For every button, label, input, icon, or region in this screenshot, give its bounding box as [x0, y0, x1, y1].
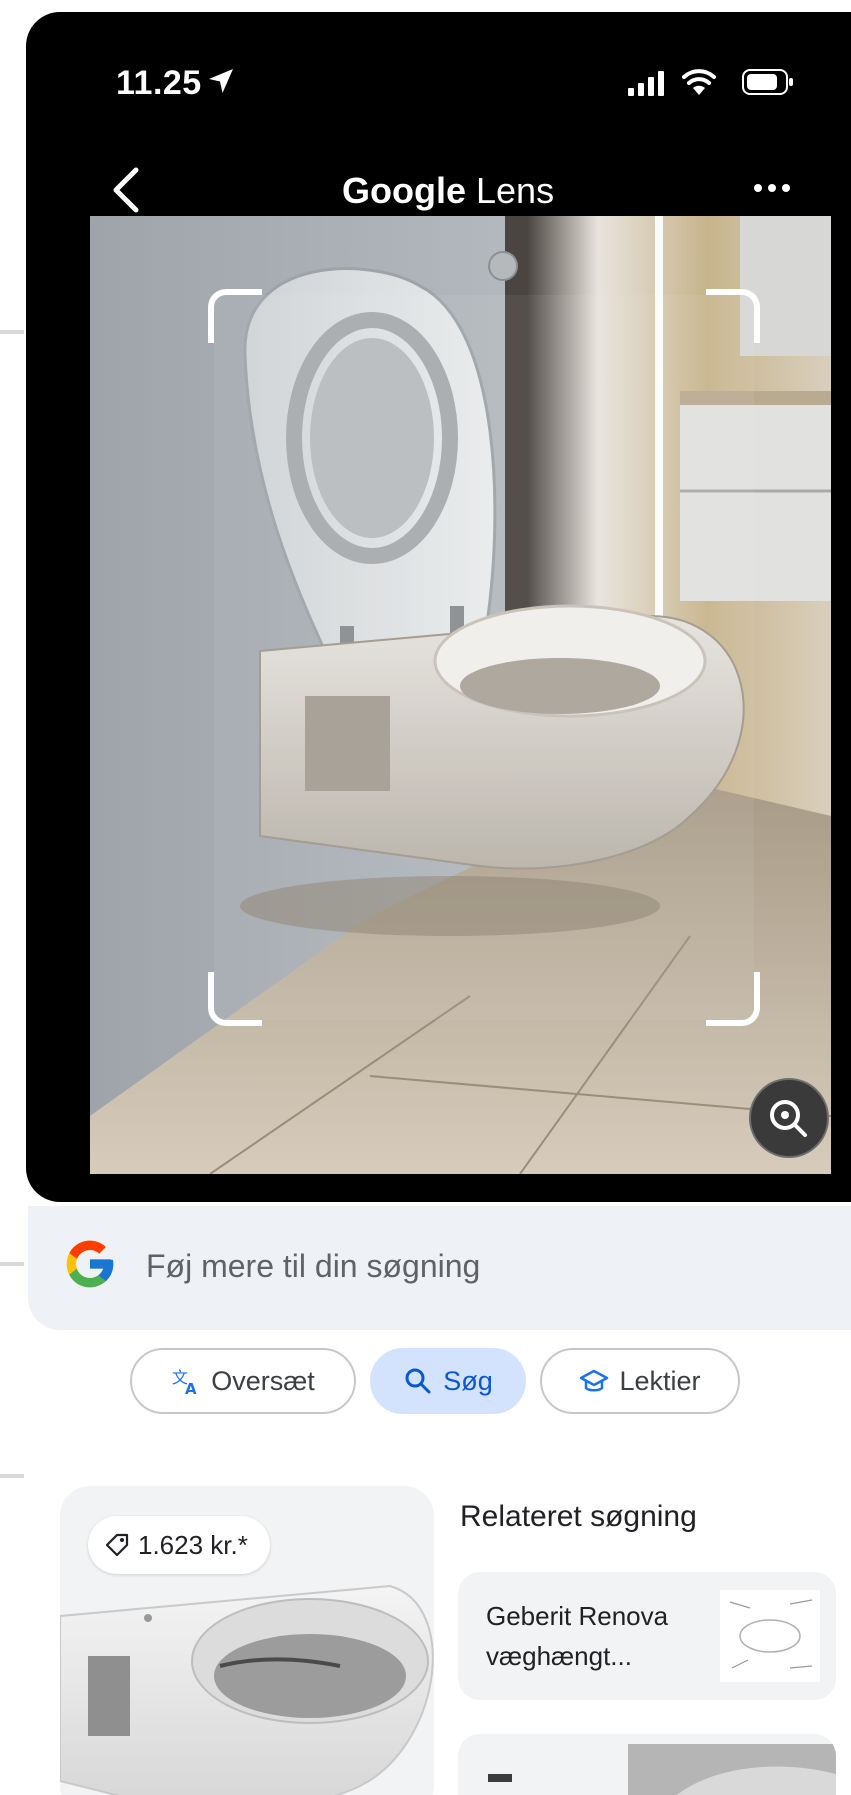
lens-search-icon — [770, 1100, 807, 1137]
status-bar: 11.25 — [26, 12, 851, 132]
mode-chip-label: Søg — [443, 1365, 493, 1396]
google-lens-screen: 11.25 Google Lens Føj mere til din søgni… — [0, 0, 851, 1795]
product-image — [60, 1584, 434, 1795]
search-input[interactable]: Føj mere til din søgning — [28, 1206, 851, 1330]
edge-mark — [0, 1262, 24, 1266]
related-search-heading: Relateret søgning — [460, 1500, 697, 1533]
translate-icon: 文 A — [172, 1368, 197, 1396]
mode-chip-translate[interactable]: 文 A Oversæt — [130, 1348, 356, 1414]
app-title-brand: Google — [342, 170, 466, 211]
edge-mark — [0, 330, 24, 334]
related-search-thumbnail — [720, 1590, 820, 1682]
mode-chip-homework[interactable]: Lektier — [540, 1348, 740, 1414]
lens-search-button[interactable] — [749, 1078, 829, 1158]
graduation-cap-icon — [580, 1369, 609, 1392]
product-result-card[interactable]: 1.623 kr.* — [60, 1486, 434, 1795]
location-arrow-icon — [209, 69, 233, 93]
cellular-signal-icon — [628, 71, 664, 96]
app-title: Google Lens — [342, 170, 554, 212]
mode-chip-label: Lektier — [619, 1365, 701, 1396]
crop-handle-top-left[interactable] — [208, 289, 262, 343]
related-search-item[interactable]: Geberit Renova væghængt... — [458, 1572, 836, 1700]
app-title-product: Lens — [476, 170, 555, 211]
wifi-icon — [682, 69, 716, 95]
lens-viewfinder-panel: 11.25 Google Lens — [26, 12, 851, 1202]
status-time: 11.25 — [116, 64, 202, 102]
svg-text:A: A — [185, 1380, 197, 1396]
more-options-button[interactable] — [744, 166, 800, 210]
crop-handle-bottom-right[interactable] — [706, 972, 760, 1026]
related-search-label: Geberit Renova væghængt... — [486, 1601, 669, 1671]
mode-chip-label: Oversæt — [211, 1365, 315, 1396]
captured-photo — [90, 216, 831, 1174]
price-label: 1.623 kr.* — [138, 1529, 248, 1560]
mode-chip-search[interactable]: Søg — [370, 1348, 526, 1414]
crop-handle-bottom-left[interactable] — [208, 972, 262, 1026]
google-g-icon — [66, 1240, 114, 1288]
edge-mark — [0, 1474, 24, 1478]
related-search-thumbnail — [458, 1734, 836, 1795]
price-tag-icon — [105, 1533, 129, 1557]
search-icon — [405, 1368, 431, 1394]
search-placeholder: Føj mere til din søgning — [146, 1248, 481, 1284]
crop-handle-top-right[interactable] — [706, 289, 760, 343]
selection-frame[interactable] — [208, 289, 760, 1026]
related-search-item[interactable] — [458, 1734, 836, 1795]
battery-icon — [742, 69, 793, 95]
price-badge: 1.623 kr.* — [88, 1516, 270, 1574]
back-button[interactable] — [104, 162, 154, 218]
